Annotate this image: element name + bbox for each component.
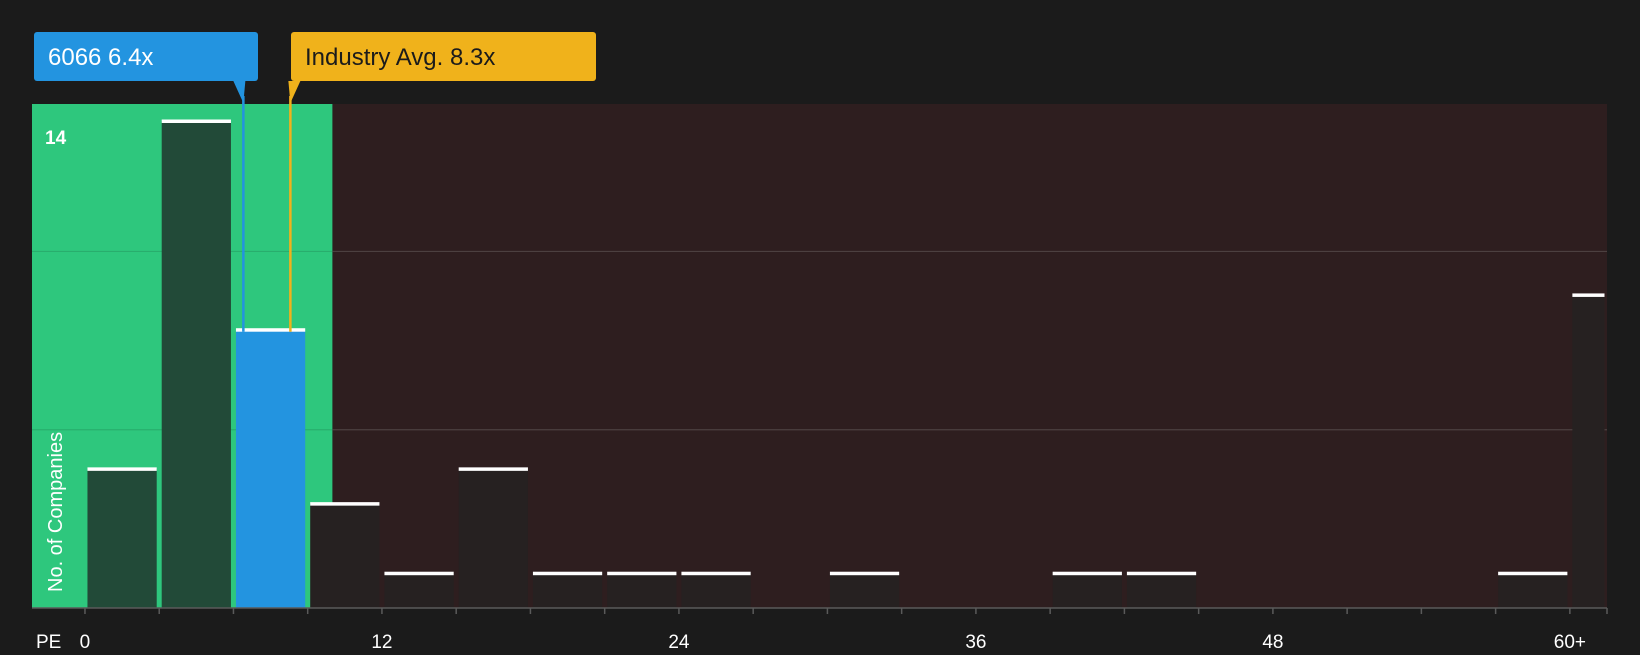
- x-tick-label: 48: [1262, 632, 1283, 650]
- histogram-bar: [458, 468, 528, 608]
- histogram-bar: [607, 573, 677, 608]
- bar-cap: [310, 502, 380, 506]
- histogram-bar: [829, 573, 900, 608]
- x-axis-label: PE: [36, 632, 61, 650]
- x-tick-label: 60+: [1554, 632, 1586, 650]
- histogram-bar: [1572, 294, 1605, 608]
- company-marker-pointer: [233, 81, 246, 103]
- y-axis-label: No. of Companies: [45, 432, 67, 592]
- histogram-bar: [1498, 573, 1568, 608]
- histogram-bar: [1126, 573, 1197, 608]
- bar-cap: [607, 571, 677, 576]
- bar-cap: [532, 571, 603, 576]
- bar-cap: [384, 571, 454, 576]
- industry-avg-marker-pointer: [288, 81, 301, 103]
- bar-cap: [235, 328, 306, 332]
- bar-cap: [829, 571, 900, 576]
- company-marker-label: 6066 6.4x: [48, 44, 153, 71]
- y-tick-label: 14: [45, 128, 67, 149]
- bar-cap: [1126, 571, 1197, 576]
- bar-cap: [87, 467, 157, 471]
- industry-avg-marker-label: Industry Avg. 8.3x: [305, 44, 495, 71]
- pe-distribution-chart: 0 12 24 36 48 60+ PE 14 No. of Companies 6066 6.4…: [0, 0, 1640, 653]
- histogram-bar: [235, 329, 306, 608]
- histogram-bar: [310, 503, 380, 608]
- bar-cap: [1498, 571, 1568, 576]
- bar-cap: [1572, 293, 1605, 297]
- bar-cap: [458, 467, 528, 471]
- histogram-bar: [87, 468, 157, 608]
- histogram-bar: [681, 573, 751, 608]
- x-tick-label: 12: [371, 632, 392, 650]
- bar-cap: [681, 571, 751, 576]
- x-tick-label: 24: [668, 632, 690, 650]
- histogram-bar: [532, 573, 603, 608]
- histogram-bar: [161, 121, 231, 608]
- bar-cap: [1052, 571, 1122, 576]
- x-tick-label: 0: [80, 632, 91, 650]
- x-tick-label: 36: [965, 632, 986, 650]
- histogram-bar: [384, 573, 454, 608]
- bar-cap: [161, 119, 231, 123]
- histogram-bar: [1052, 573, 1122, 608]
- chart-svg: 0 12 24 36 48 60+ PE 14 No. of Companies 6066 6.4…: [32, 32, 1608, 653]
